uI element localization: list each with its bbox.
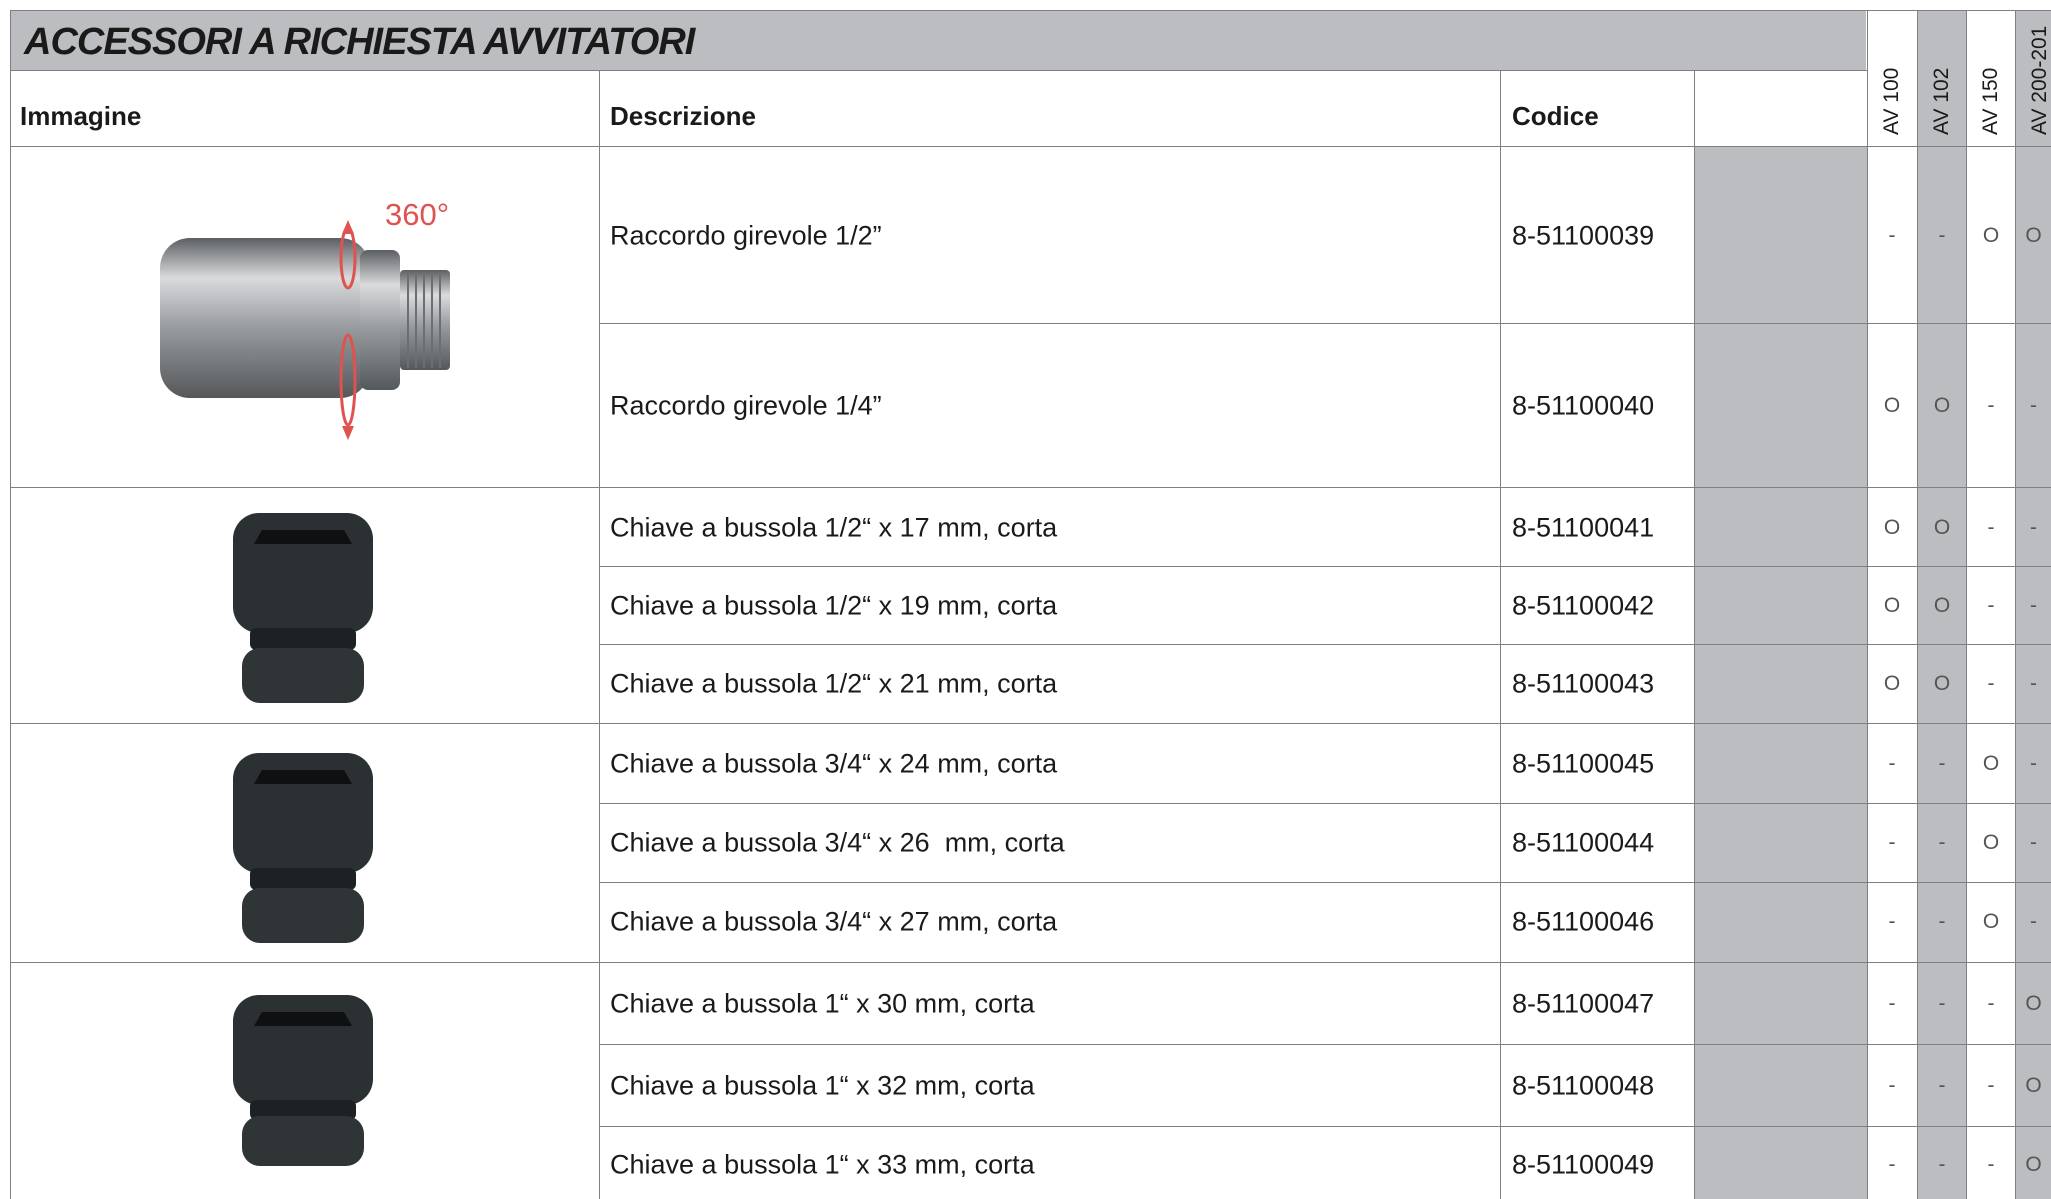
row-description: Chiave a bussola 1/2“ x 17 mm, corta bbox=[610, 512, 1058, 543]
grid-line bbox=[10, 146, 2051, 147]
row-mark-av150: - bbox=[1987, 1074, 1995, 1097]
row-mark-av200: O bbox=[2025, 224, 2042, 247]
row-code: 8-51100042 bbox=[1512, 590, 1655, 621]
grid-line bbox=[10, 723, 2051, 724]
row-mark-av102: - bbox=[1938, 224, 1946, 247]
row-code: 8-51100046 bbox=[1512, 906, 1655, 937]
row-mark-av150: O bbox=[1982, 831, 2000, 854]
row-mark-av200: O bbox=[2025, 1074, 2042, 1097]
row-mark-av200: - bbox=[2030, 672, 2037, 695]
row-mark-av100: O bbox=[1883, 672, 1901, 695]
row-mark-av102: - bbox=[1938, 992, 1946, 1015]
row-mark-av150: - bbox=[1987, 672, 1995, 695]
row-mark-av100: - bbox=[1888, 224, 1896, 247]
row-description: Raccordo girevole 1/2” bbox=[610, 220, 882, 251]
row-description: Chiave a bussola 1“ x 30 mm, corta bbox=[610, 988, 1035, 1019]
row-mark-av102: - bbox=[1938, 831, 1946, 854]
row-mark-av200: - bbox=[2030, 752, 2037, 775]
row-mark-av100: O bbox=[1883, 594, 1901, 617]
row-code: 8-51100041 bbox=[1512, 512, 1655, 543]
row-mark-av150: - bbox=[1987, 992, 1995, 1015]
row-code: 8-51100043 bbox=[1512, 668, 1655, 699]
row-mark-av150: - bbox=[1987, 594, 1995, 617]
row-code: 8-51100039 bbox=[1512, 220, 1655, 251]
row-mark-av200: - bbox=[2030, 394, 2037, 417]
grid-line bbox=[1694, 71, 1695, 1199]
row-mark-av200: - bbox=[2030, 831, 2037, 854]
grid-line bbox=[1500, 71, 1501, 1199]
gray-column bbox=[1695, 147, 1867, 1199]
row-mark-av102: - bbox=[1938, 1074, 1946, 1097]
socket-wrench-image bbox=[233, 753, 373, 943]
row-mark-av100: - bbox=[1888, 831, 1896, 854]
row-mark-av102: - bbox=[1938, 752, 1946, 775]
row-description: Chiave a bussola 1“ x 33 mm, corta bbox=[610, 1149, 1035, 1180]
row-mark-av102: - bbox=[1938, 910, 1946, 933]
row-mark-av150: O bbox=[1982, 752, 2000, 775]
row-mark-av102: O bbox=[1933, 594, 1951, 617]
row-mark-av100: - bbox=[1888, 1153, 1896, 1176]
row-mark-av102: O bbox=[1933, 672, 1951, 695]
grid-line bbox=[600, 803, 2051, 804]
row-mark-av102: O bbox=[1933, 516, 1951, 539]
row-description: Chiave a bussola 1/2“ x 19 mm, corta bbox=[610, 590, 1058, 621]
header-image: Immagine bbox=[20, 101, 142, 131]
row-mark-av102: - bbox=[1938, 1153, 1946, 1176]
row-description: Chiave a bussola 3/4“ x 24 mm, corta bbox=[610, 748, 1058, 779]
row-mark-av150: O bbox=[1982, 910, 2000, 933]
grid-line bbox=[599, 71, 600, 1199]
grid-line bbox=[10, 10, 2051, 11]
row-mark-av100: - bbox=[1888, 910, 1896, 933]
row-mark-av100: - bbox=[1888, 752, 1896, 775]
row-description: Chiave a bussola 3/4“ x 27 mm, corta bbox=[610, 906, 1058, 937]
grid-line bbox=[10, 487, 2051, 488]
grid-line bbox=[600, 882, 2051, 883]
grid-line bbox=[10, 70, 1867, 71]
row-mark-av102: O bbox=[1933, 394, 1951, 417]
row-code: 8-51100040 bbox=[1512, 390, 1655, 421]
row-mark-av100: - bbox=[1888, 1074, 1896, 1097]
row-mark-av150: - bbox=[1987, 516, 1995, 539]
row-mark-av200: O bbox=[2025, 992, 2042, 1015]
row-mark-av200: - bbox=[2030, 516, 2037, 539]
grid-line bbox=[600, 1126, 2051, 1127]
model-label-av150: AV 150 bbox=[1979, 67, 2002, 135]
grid-line bbox=[600, 644, 2051, 645]
header-description: Descrizione bbox=[610, 101, 756, 131]
row-code: 8-51100049 bbox=[1512, 1149, 1655, 1180]
socket-wrench-image bbox=[233, 995, 373, 1166]
model-label-av100: AV 100 bbox=[1880, 67, 1903, 135]
row-code: 8-51100047 bbox=[1512, 988, 1655, 1019]
row-description: Chiave a bussola 1“ x 32 mm, corta bbox=[610, 1070, 1035, 1101]
row-description: Chiave a bussola 3/4“ x 26 mm, corta bbox=[610, 827, 1065, 858]
grid-line bbox=[600, 1044, 2051, 1045]
grid-line bbox=[600, 323, 2051, 324]
row-description: Raccordo girevole 1/4” bbox=[610, 390, 882, 421]
grid-line bbox=[600, 566, 2051, 567]
row-mark-av100: O bbox=[1883, 516, 1901, 539]
row-code: 8-51100045 bbox=[1512, 748, 1655, 779]
page-title: ACCESSORI A RICHIESTA AVVITATORI bbox=[24, 21, 695, 63]
row-code: 8-51100048 bbox=[1512, 1070, 1655, 1101]
grid-line bbox=[10, 10, 11, 1199]
socket-wrench-image bbox=[233, 513, 373, 703]
row-mark-av200: - bbox=[2030, 594, 2037, 617]
header-code: Codice bbox=[1512, 101, 1599, 131]
row-mark-av150: - bbox=[1987, 394, 1995, 417]
row-mark-av100: - bbox=[1888, 992, 1896, 1015]
row-mark-av150: - bbox=[1987, 1153, 1995, 1176]
row-mark-av150: O bbox=[1982, 224, 2000, 247]
grid-line bbox=[10, 962, 2051, 963]
row-mark-av200: - bbox=[2030, 910, 2037, 933]
model-label-av102: AV 102 bbox=[1930, 67, 1953, 135]
row-mark-av200: O bbox=[2025, 1153, 2042, 1176]
row-mark-av100: O bbox=[1883, 394, 1901, 417]
row-code: 8-51100044 bbox=[1512, 827, 1655, 858]
row-description: Chiave a bussola 1/2“ x 21 mm, corta bbox=[610, 668, 1058, 699]
rotation-annotation: 360° bbox=[385, 197, 450, 232]
model-label-av200: AV 200-201 bbox=[2028, 25, 2051, 135]
